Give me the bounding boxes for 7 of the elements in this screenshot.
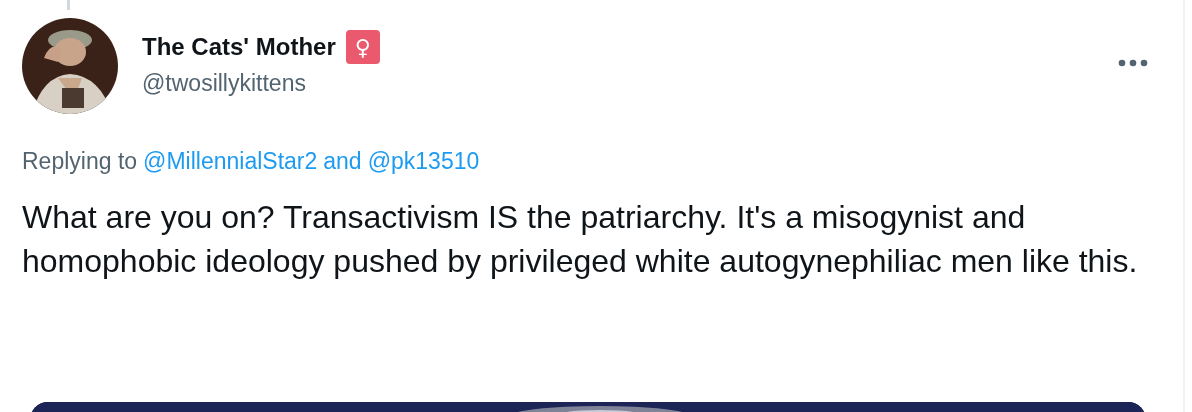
more-options-icon[interactable] bbox=[1118, 58, 1148, 68]
replying-to-label: Replying to bbox=[22, 148, 138, 175]
and-label: and bbox=[323, 148, 362, 175]
author-name[interactable]: The Cats' Mother bbox=[142, 33, 336, 61]
tweet-text: What are you on? Transactivism IS the patriarchy. It's a misogynist and homophobic ideology pushed by privileged white autogynephiliac men like this. bbox=[22, 198, 1139, 281]
author-handle[interactable]: @twosillykittens bbox=[142, 70, 380, 97]
female-sign-emoji: ♀ bbox=[345, 30, 380, 64]
